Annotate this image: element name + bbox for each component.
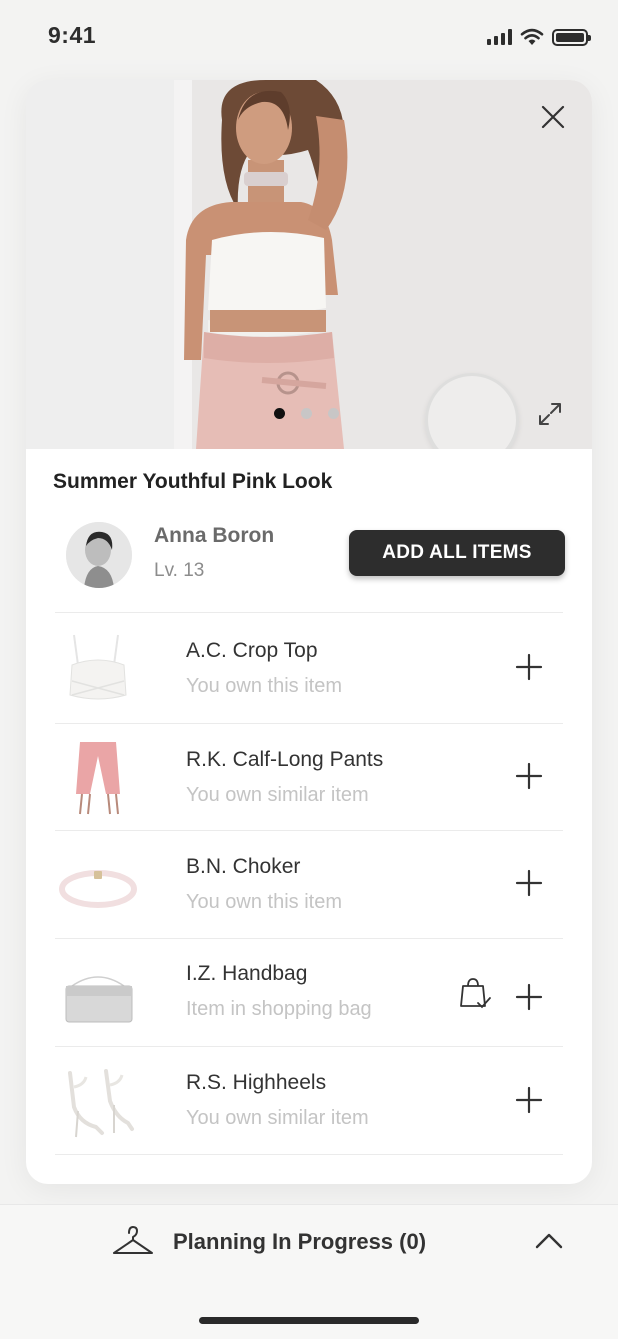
item-row-handbag[interactable]: I.Z. Handbag Item in shopping bag: [26, 938, 592, 1046]
look-title: Summer Youthful Pink Look: [53, 470, 333, 493]
status-bar: 9:41: [0, 0, 618, 72]
item-status: You own similar item: [186, 1107, 369, 1129]
cellular-signal-icon: [487, 29, 512, 45]
add-item-plus-icon[interactable]: [514, 1085, 544, 1115]
close-icon[interactable]: [538, 102, 568, 132]
item-status: You own this item: [186, 675, 343, 697]
carousel-pagination[interactable]: [274, 408, 339, 419]
item-name: I.Z. Handbag: [186, 962, 308, 985]
highheels-thumbnail: [68, 1069, 134, 1138]
crop-top-thumbnail: [69, 634, 127, 700]
item-row-choker[interactable]: B.N. Choker You own this item: [26, 831, 592, 939]
add-item-plus-icon[interactable]: [514, 652, 544, 682]
item-name: R.S. Highheels: [186, 1071, 327, 1094]
item-name: A.C. Crop Top: [186, 639, 318, 662]
item-name: R.K. Calf-Long Pants: [186, 748, 384, 771]
shopping-bag-check-icon: [460, 978, 491, 1009]
item-row-pants[interactable]: R.K. Calf-Long Pants You own similar ite…: [26, 724, 592, 832]
add-item-plus-icon[interactable]: [514, 982, 544, 1012]
item-row-highheels[interactable]: R.S. Highheels You own similar item: [26, 1047, 592, 1155]
add-item-plus-icon[interactable]: [514, 761, 544, 791]
planning-label[interactable]: Planning In Progress (0): [173, 1229, 426, 1255]
creator-name[interactable]: Anna Boron: [154, 524, 274, 548]
carousel-dot[interactable]: [274, 408, 285, 419]
divider: [55, 612, 563, 613]
carousel-dot[interactable]: [301, 408, 312, 419]
hanger-icon: [113, 1226, 153, 1254]
status-icons: [487, 26, 591, 48]
carousel-dot[interactable]: [328, 408, 339, 419]
item-name: B.N. Choker: [186, 855, 301, 878]
home-indicator[interactable]: [199, 1317, 419, 1324]
item-status: You own this item: [186, 891, 343, 913]
handbag-thumbnail: [65, 976, 133, 1023]
look-card: Summer Youthful Pink Look Anna Boron Lv.…: [26, 80, 592, 1184]
creator-level: Lv. 13: [154, 560, 205, 581]
item-row-crop-top[interactable]: A.C. Crop Top You own this item: [26, 615, 592, 723]
look-image-carousel[interactable]: [26, 80, 592, 449]
expand-icon[interactable]: [536, 400, 564, 428]
item-status: You own similar item: [186, 784, 369, 806]
status-time: 9:41: [48, 22, 97, 48]
add-item-plus-icon[interactable]: [514, 868, 544, 898]
choker-thumbnail: [59, 870, 137, 908]
wifi-icon: [520, 28, 544, 45]
pants-thumbnail: [76, 742, 120, 815]
battery-icon: [552, 28, 591, 46]
creator-avatar[interactable]: [66, 522, 132, 588]
item-status: Item in shopping bag: [186, 998, 372, 1020]
chevron-up-icon[interactable]: [534, 1231, 564, 1251]
add-all-items-button[interactable]: ADD ALL ITEMS: [349, 530, 565, 576]
divider: [55, 1154, 563, 1155]
